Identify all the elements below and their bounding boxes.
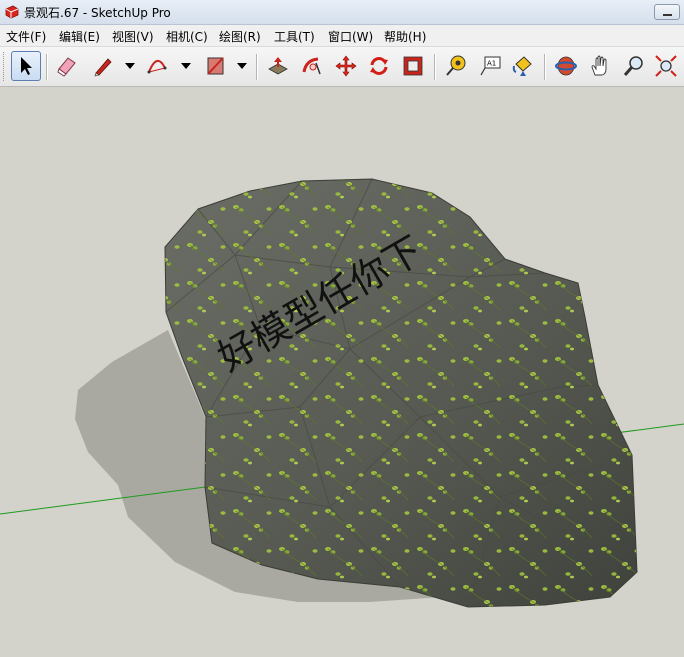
text-icon: A1 [480,56,501,76]
chevron-down-icon [125,63,135,69]
zoom-icon [623,56,643,76]
pan-hand-icon [591,55,607,76]
arc-tool-button[interactable] [142,51,172,81]
title-bar: 景观石.67 - SketchUp Pro [0,0,684,25]
menu-file[interactable]: 文件(F) [6,28,46,45]
menu-help[interactable]: 帮助(H) [384,28,426,45]
follow-me-tool-button[interactable] [297,51,327,81]
tape-measure-tool-button[interactable] [441,51,471,81]
select-tool-button[interactable] [11,51,41,81]
orbit-icon [555,56,577,76]
window-title: 景观石.67 - SketchUp Pro [24,6,171,20]
tape-measure-icon [446,55,466,76]
move-icon [335,55,357,77]
text-tool-button[interactable]: A1 [475,51,505,81]
paint-bucket-icon [512,56,532,76]
pencil-line-icon [94,58,112,77]
sketchup-app-icon[interactable] [4,4,20,20]
chevron-down-icon [181,63,191,69]
menu-bar: 文件(F) 编辑(E) 视图(V) 相机(C) 绘图(R) 工具(T) 窗口(W… [0,25,684,47]
toolbar-separator [46,54,48,80]
arc-icon [147,60,167,74]
rectangle-dropdown[interactable] [236,59,248,73]
rotate-icon [370,57,388,75]
menu-edit[interactable]: 编辑(E) [59,28,100,45]
model-viewport[interactable]: 好模型任你下 [0,87,684,657]
offset-tool-button[interactable] [398,51,428,81]
rectangle-icon [207,57,224,75]
text-tool-label: A1 [487,60,496,68]
eraser-tool-button[interactable] [52,51,82,81]
zoom-extents-tool-button[interactable] [651,51,681,81]
toolbar-grip[interactable] [3,52,7,81]
rotate-tool-button[interactable] [364,51,394,81]
main-toolbar: A1 [0,47,684,87]
orbit-tool-button[interactable] [551,51,581,81]
menu-camera[interactable]: 相机(C) [166,28,208,45]
zoom-tool-button[interactable] [619,51,649,81]
pan-tool-button[interactable] [585,51,615,81]
menu-tools[interactable]: 工具(T) [274,28,315,45]
follow-me-icon [302,57,321,75]
zoom-extents-icon [655,55,677,77]
menu-window[interactable]: 窗口(W) [328,28,373,45]
rock-model[interactable] [164,178,638,608]
minimize-button[interactable] [654,4,680,20]
push-pull-icon [268,57,288,75]
chevron-down-icon [237,63,247,69]
menu-view[interactable]: 视图(V) [112,28,154,45]
toolbar-separator [544,54,546,80]
toolbar-separator [256,54,258,80]
eraser-icon [57,57,76,77]
offset-icon [403,56,423,76]
menu-draw[interactable]: 绘图(R) [219,28,261,45]
push-pull-tool-button[interactable] [263,51,293,81]
rectangle-tool-button[interactable] [200,51,230,81]
line-tool-button[interactable] [88,51,118,81]
toolbar-separator [434,54,436,80]
select-arrow-icon [21,57,32,75]
line-dropdown[interactable] [124,59,136,73]
arc-dropdown[interactable] [180,59,192,73]
paint-bucket-tool-button[interactable] [508,51,538,81]
move-tool-button[interactable] [331,51,361,81]
scene-canvas [0,178,684,608]
